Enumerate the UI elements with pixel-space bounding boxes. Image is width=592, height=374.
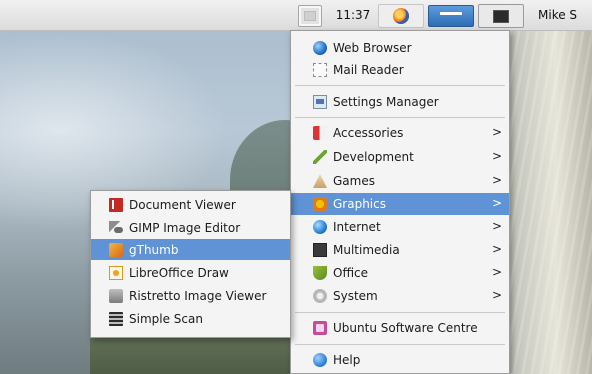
applications-menu: Web Browser Mail Reader Settings Manager…: [290, 30, 510, 374]
submenu-arrow-icon: >: [491, 242, 502, 256]
submenu-item-label: gThumb: [129, 242, 179, 257]
web-browser-icon: [313, 41, 327, 55]
menu-item-graphics[interactable]: Graphics >: [291, 193, 509, 215]
multimedia-icon: [313, 243, 327, 257]
clock[interactable]: 11:37: [330, 4, 376, 26]
accessories-icon: [313, 126, 327, 140]
menu-item-games[interactable]: Games >: [291, 170, 509, 192]
menu-item-label: Games: [333, 174, 375, 188]
submenu-arrow-icon: >: [491, 219, 502, 233]
settings-manager-icon: [313, 95, 327, 109]
simple-scan-icon: [109, 311, 123, 326]
document-viewer-icon: [109, 197, 123, 212]
menu-item-web-browser[interactable]: Web Browser: [291, 37, 509, 59]
menu-item-label: Web Browser: [333, 41, 412, 55]
menu-item-accessories[interactable]: Accessories >: [291, 122, 509, 144]
top-panel: ◀) ◠ 11:37 Mike S: [0, 0, 592, 31]
window-button[interactable]: [428, 5, 474, 27]
ubuntu-software-centre-icon: [313, 321, 327, 335]
submenu-item-label: LibreOffice Draw: [129, 265, 229, 280]
libreoffice-draw-icon: [109, 265, 123, 280]
menu-item-office[interactable]: Office >: [291, 262, 509, 284]
menu-item-label: Development: [333, 150, 414, 164]
menu-separator: [295, 85, 505, 86]
submenu-item-gimp[interactable]: GIMP Image Editor: [91, 217, 290, 238]
menu-item-label: Office: [333, 266, 369, 280]
development-icon: [313, 150, 327, 164]
menu-item-label: Help: [333, 353, 361, 367]
submenu-item-ristretto[interactable]: Ristretto Image Viewer: [91, 285, 290, 306]
menu-separator: [295, 344, 505, 345]
games-icon: [313, 174, 327, 188]
user-menu[interactable]: Mike S: [528, 4, 592, 26]
submenu-arrow-icon: >: [491, 149, 502, 163]
menu-item-label: Multimedia: [333, 243, 400, 257]
menu-item-label: Ubuntu Software Centre: [333, 321, 478, 335]
submenu-arrow-icon: >: [491, 196, 502, 210]
system-icon: [313, 289, 327, 303]
mail-reader-icon: [313, 63, 327, 77]
graphics-icon: [313, 197, 327, 211]
submenu-arrow-icon: >: [491, 265, 502, 279]
submenu-arrow-icon: >: [491, 173, 502, 187]
submenu-arrow-icon: >: [491, 288, 502, 302]
submenu-item-simple-scan[interactable]: Simple Scan: [91, 308, 290, 329]
menu-item-label: Mail Reader: [333, 63, 404, 77]
gthumb-icon: [109, 242, 123, 257]
menu-item-internet[interactable]: Internet >: [291, 216, 509, 238]
help-icon: [313, 353, 327, 367]
menu-item-development[interactable]: Development >: [291, 146, 509, 168]
office-icon: [313, 266, 327, 280]
menu-item-multimedia[interactable]: Multimedia >: [291, 239, 509, 261]
terminal-icon[interactable]: [478, 4, 524, 28]
submenu-item-libreoffice-draw[interactable]: LibreOffice Draw: [91, 262, 290, 283]
menu-item-settings-manager[interactable]: Settings Manager: [291, 91, 509, 113]
menu-separator: [295, 117, 505, 118]
menu-item-label: Settings Manager: [333, 95, 439, 109]
menu-item-system[interactable]: System >: [291, 285, 509, 307]
ristretto-icon: [109, 288, 123, 303]
menu-item-label: Accessories: [333, 126, 404, 140]
gimp-icon: [109, 220, 123, 235]
menu-icon[interactable]: [298, 5, 322, 27]
menu-item-label: System: [333, 289, 378, 303]
submenu-item-label: Simple Scan: [129, 311, 203, 326]
internet-icon: [313, 220, 327, 234]
submenu-arrow-icon: >: [491, 125, 502, 139]
submenu-item-document-viewer[interactable]: Document Viewer: [91, 194, 290, 215]
submenu-item-label: Ristretto Image Viewer: [129, 288, 267, 303]
menu-item-label: Internet: [333, 220, 381, 234]
submenu-item-label: Document Viewer: [129, 197, 236, 212]
menu-item-mail-reader[interactable]: Mail Reader: [291, 59, 509, 81]
graphics-submenu: Document Viewer GIMP Image Editor gThumb…: [90, 190, 291, 338]
submenu-item-label: GIMP Image Editor: [129, 220, 241, 235]
firefox-icon[interactable]: [378, 4, 424, 28]
submenu-item-gthumb[interactable]: gThumb: [91, 239, 290, 260]
menu-item-ubuntu-software-centre[interactable]: Ubuntu Software Centre: [291, 317, 509, 339]
menu-separator: [295, 312, 505, 313]
menu-item-help[interactable]: Help: [291, 349, 509, 371]
menu-item-label: Graphics: [333, 197, 386, 211]
